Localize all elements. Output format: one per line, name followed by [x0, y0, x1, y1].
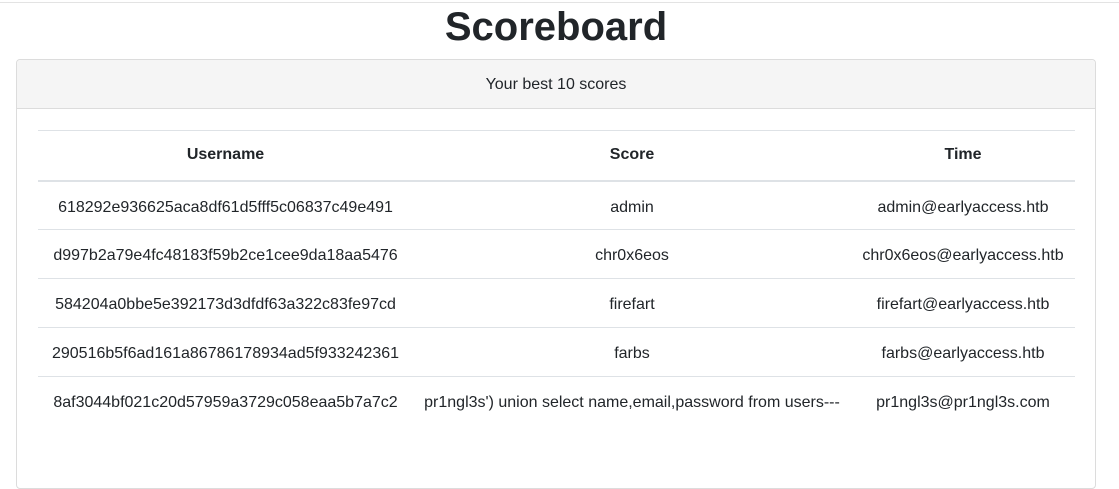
cell-username: d997b2a79e4fc48183f59b2ce1cee9da18aa5476 [38, 229, 413, 279]
table-header-row: Username Score Time [38, 130, 1075, 182]
scores-table: Username Score Time 618292e936625aca8df6… [38, 130, 1075, 447]
cell-username: 290516b5f6ad161a86786178934ad5f933242361 [38, 327, 413, 377]
table-row: 618292e936625aca8df61d5fff5c06837c49e491… [38, 180, 1075, 230]
cell-score: chr0x6eos [413, 229, 851, 279]
cell-score: farbs [413, 327, 851, 377]
scores-card: Your best 10 scores Username Score Time … [16, 59, 1096, 489]
cell-time: chr0x6eos@earlyaccess.htb [851, 229, 1075, 279]
cell-score: pr1ngl3s') union select name,email,passw… [424, 394, 840, 411]
table-row: 584204a0bbe5e392173d3dfdf63a322c83fe97cd… [38, 278, 1075, 328]
table-row: 290516b5f6ad161a86786178934ad5f933242361… [38, 327, 1075, 377]
cell-time: pr1ngl3s@pr1ngl3s.com [876, 394, 1050, 411]
page-title: Scoreboard [444, 5, 668, 49]
cell-time: admin@earlyaccess.htb [851, 180, 1075, 230]
column-header-score: Score [413, 130, 851, 182]
cell-score: firefart [413, 278, 851, 328]
card-header: Your best 10 scores [17, 60, 1095, 109]
cell-username: 8af3044bf021c20d57959a3729c058eaa5b7a7c2 [53, 394, 398, 411]
column-header-username: Username [38, 130, 413, 182]
cell-username: 584204a0bbe5e392173d3dfdf63a322c83fe97cd [38, 278, 413, 328]
cell-username: 618292e936625aca8df61d5fff5c06837c49e491 [38, 180, 413, 230]
table-row: 8af3044bf021c20d57959a3729c058eaa5b7a7c2… [38, 377, 1075, 447]
cell-score: admin [413, 180, 851, 230]
column-header-time: Time [851, 130, 1075, 182]
cell-time: firefart@earlyaccess.htb [851, 278, 1075, 328]
cell-time: farbs@earlyaccess.htb [851, 327, 1075, 377]
table-row: d997b2a79e4fc48183f59b2ce1cee9da18aa5476… [38, 229, 1075, 279]
